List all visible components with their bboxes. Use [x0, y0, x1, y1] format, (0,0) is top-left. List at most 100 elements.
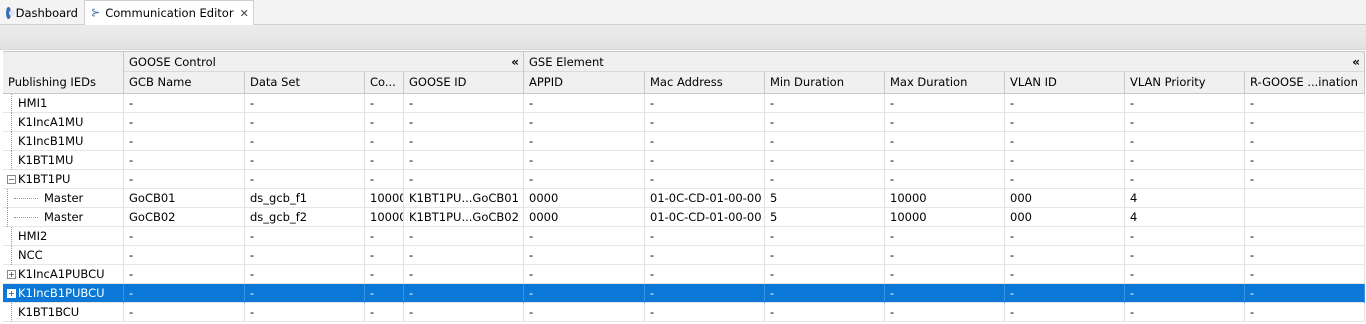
table-cell[interactable]: GoCB02: [124, 208, 245, 227]
column-group-goose-control[interactable]: GOOSE Control «: [124, 52, 524, 72]
table-cell[interactable]: -: [1005, 113, 1125, 132]
ied-name-cell[interactable]: HMI2: [3, 227, 124, 246]
expand-icon[interactable]: +: [7, 289, 16, 298]
table-cell[interactable]: -: [765, 284, 885, 303]
table-cell[interactable]: -: [1245, 284, 1365, 303]
column-header-min-duration[interactable]: Min Duration: [765, 72, 885, 93]
table-cell[interactable]: -: [524, 170, 645, 189]
table-cell[interactable]: -: [1245, 227, 1365, 246]
table-row[interactable]: NCC - - - - - - - - - - -: [3, 246, 1365, 265]
table-cell[interactable]: -: [365, 170, 404, 189]
table-row[interactable]: K1BT1BCU - - - - - - - - - - -: [3, 303, 1365, 322]
table-cell[interactable]: -: [404, 151, 524, 170]
ied-name-cell[interactable]: K1BT1BCU: [3, 303, 124, 322]
table-cell[interactable]: -: [404, 170, 524, 189]
table-cell[interactable]: -: [1005, 284, 1125, 303]
table-cell[interactable]: -: [765, 265, 885, 284]
table-cell[interactable]: -: [245, 265, 365, 284]
table-cell[interactable]: -: [524, 284, 645, 303]
table-cell[interactable]: -: [245, 246, 365, 265]
table-cell[interactable]: 000: [1005, 189, 1125, 208]
table-row[interactable]: HMI2- - - - - - - - - - -: [3, 227, 1365, 246]
table-cell[interactable]: -: [365, 265, 404, 284]
table-cell[interactable]: -: [1245, 303, 1365, 322]
table-cell[interactable]: -: [645, 151, 765, 170]
table-cell[interactable]: -: [365, 132, 404, 151]
table-cell[interactable]: -: [765, 94, 885, 113]
table-cell[interactable]: -: [245, 113, 365, 132]
table-cell[interactable]: -: [524, 227, 645, 246]
table-cell[interactable]: 01-0C-CD-01-00-00: [645, 208, 765, 227]
column-header-gcb-name[interactable]: GCB Name: [124, 72, 245, 93]
table-cell[interactable]: 10000: [885, 189, 1005, 208]
table-cell[interactable]: -: [765, 227, 885, 246]
table-cell[interactable]: -: [765, 132, 885, 151]
table-cell[interactable]: 0000: [524, 189, 645, 208]
table-cell[interactable]: -: [404, 94, 524, 113]
table-cell[interactable]: -: [885, 113, 1005, 132]
table-cell[interactable]: 10000: [365, 189, 404, 208]
table-cell[interactable]: -: [645, 132, 765, 151]
ied-name-cell[interactable]: Master: [3, 189, 124, 208]
table-cell[interactable]: 5: [765, 208, 885, 227]
table-cell[interactable]: -: [404, 284, 524, 303]
table-cell[interactable]: -: [365, 284, 404, 303]
collapse-icon[interactable]: −: [7, 175, 16, 184]
table-cell[interactable]: -: [524, 151, 645, 170]
table-cell[interactable]: -: [1245, 132, 1365, 151]
table-cell[interactable]: K1BT1PU...GoCB01: [404, 189, 524, 208]
table-cell[interactable]: GoCB01: [124, 189, 245, 208]
close-tab-icon[interactable]: ✕: [240, 7, 249, 20]
table-cell[interactable]: -: [1005, 303, 1125, 322]
ied-name-cell[interactable]: HMI1: [3, 94, 124, 113]
table-row[interactable]: + K1IncA1PUBCU - - - - - - - - - - -: [3, 265, 1365, 284]
column-header-publishing-ieds[interactable]: Publishing IEDs: [3, 51, 124, 94]
table-cell[interactable]: -: [404, 303, 524, 322]
table-cell[interactable]: -: [124, 113, 245, 132]
ied-name-cell[interactable]: K1BT1MU: [3, 151, 124, 170]
table-cell[interactable]: -: [765, 303, 885, 322]
table-cell[interactable]: -: [404, 265, 524, 284]
table-cell[interactable]: [1245, 189, 1365, 208]
table-cell[interactable]: 000: [1005, 208, 1125, 227]
collapse-group-gse-element-icon[interactable]: «: [1352, 52, 1360, 72]
table-cell[interactable]: -: [1125, 303, 1245, 322]
column-header-max-duration[interactable]: Max Duration: [885, 72, 1005, 93]
table-row[interactable]: K1BT1MU - - - - - - - - - - -: [3, 151, 1365, 170]
table-cell[interactable]: -: [245, 303, 365, 322]
table-cell[interactable]: -: [365, 227, 404, 246]
table-cell[interactable]: -: [645, 246, 765, 265]
table-cell[interactable]: 0000: [524, 208, 645, 227]
table-cell[interactable]: -: [404, 227, 524, 246]
table-cell[interactable]: 01-0C-CD-01-00-00: [645, 189, 765, 208]
table-cell[interactable]: -: [524, 132, 645, 151]
table-cell[interactable]: -: [1125, 113, 1245, 132]
table-cell[interactable]: -: [1005, 132, 1125, 151]
table-cell[interactable]: ds_gcb_f1: [245, 189, 365, 208]
table-cell[interactable]: -: [1245, 94, 1365, 113]
table-cell[interactable]: -: [1005, 94, 1125, 113]
table-cell[interactable]: -: [245, 227, 365, 246]
table-cell[interactable]: 4: [1125, 208, 1245, 227]
table-cell[interactable]: -: [124, 170, 245, 189]
table-cell[interactable]: -: [365, 246, 404, 265]
table-cell[interactable]: -: [1125, 227, 1245, 246]
table-cell[interactable]: -: [524, 246, 645, 265]
ied-name-cell[interactable]: NCC: [3, 246, 124, 265]
table-cell[interactable]: ds_gcb_f2: [245, 208, 365, 227]
table-cell[interactable]: -: [645, 113, 765, 132]
table-cell[interactable]: -: [1125, 151, 1245, 170]
table-cell[interactable]: -: [645, 284, 765, 303]
table-cell[interactable]: -: [1005, 265, 1125, 284]
table-cell[interactable]: -: [645, 265, 765, 284]
table-cell[interactable]: -: [245, 170, 365, 189]
column-header-co[interactable]: Co...: [365, 72, 404, 93]
ied-name-cell[interactable]: Master: [3, 208, 124, 227]
table-cell[interactable]: -: [1005, 170, 1125, 189]
table-cell[interactable]: -: [765, 113, 885, 132]
ied-name-cell[interactable]: K1IncA1MU: [3, 113, 124, 132]
column-group-gse-element[interactable]: GSE Element «: [524, 52, 1365, 72]
tab-communication-editor[interactable]: ⊱ Communication Editor ✕: [84, 0, 254, 26]
table-cell[interactable]: -: [645, 227, 765, 246]
table-cell[interactable]: -: [245, 151, 365, 170]
